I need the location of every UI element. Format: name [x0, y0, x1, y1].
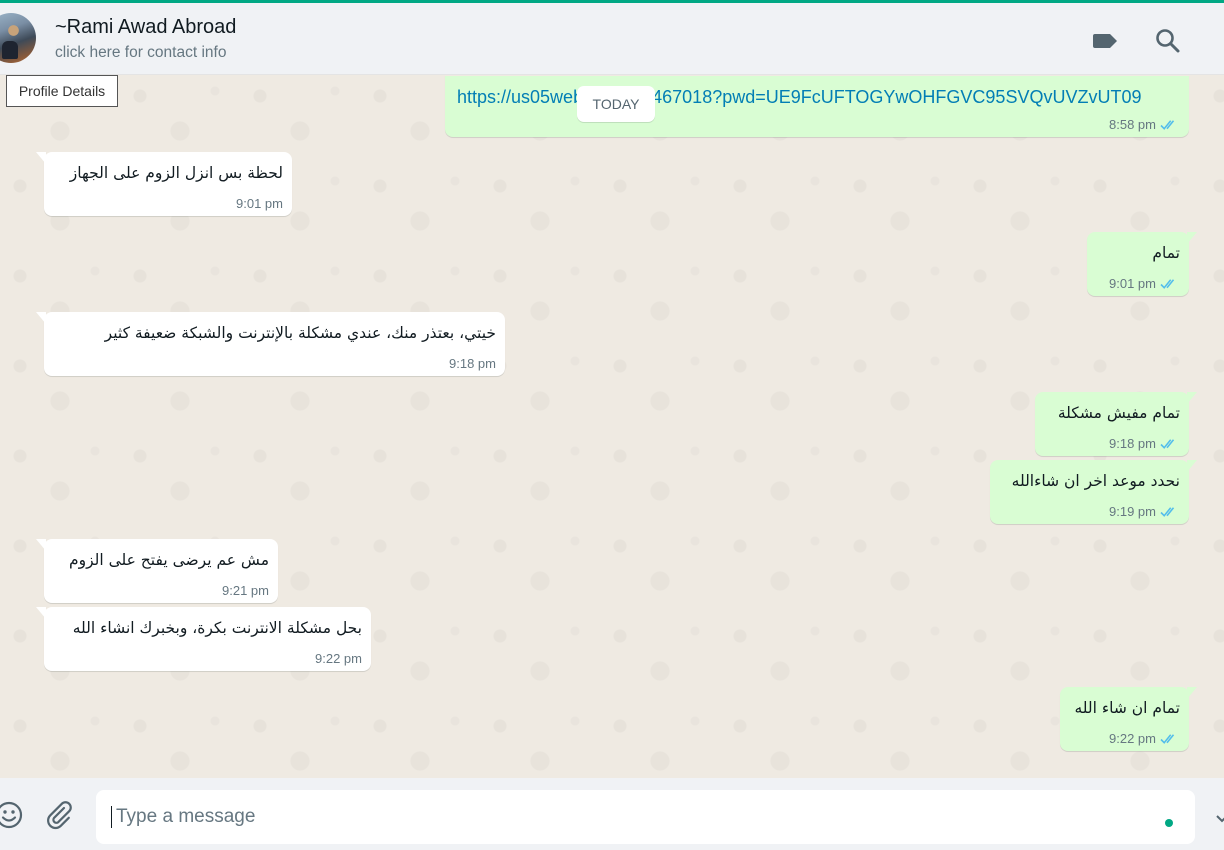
- message-incoming[interactable]: لحظة بس انزل الزوم على الجهاز 9:01 pm: [36, 152, 292, 216]
- message-outgoing[interactable]: https://us05web /j/84247467018?pwd=UE9Fc…: [445, 76, 1189, 137]
- message-time: 9:18 pm: [1109, 436, 1156, 451]
- message-text: مش عم يرضى يفتح على الزوم: [68, 551, 269, 569]
- composer-bar: [0, 778, 1224, 850]
- message-time: 8:58 pm: [1109, 117, 1156, 132]
- message-time: 9:18 pm: [449, 356, 496, 371]
- message-incoming[interactable]: مش عم يرضى يفتح على الزوم 9:21 pm: [36, 539, 278, 603]
- message-outgoing[interactable]: تمام 9:01 pm: [1087, 232, 1197, 296]
- message-outgoing[interactable]: تمام ان شاء الله 9:22 pm: [1060, 687, 1197, 751]
- chevron-down-icon[interactable]: [1216, 814, 1224, 824]
- message-meta: 9:21 pm: [222, 583, 269, 598]
- double-check-icon: [1160, 278, 1175, 289]
- message-time: 9:22 pm: [315, 651, 362, 666]
- double-check-icon: [1160, 733, 1175, 744]
- message-text: لحظة بس انزل الزوم على الجهاز: [69, 164, 283, 182]
- contact-name[interactable]: ~Rami Awad Abroad: [55, 16, 236, 39]
- message-time: 9:21 pm: [222, 583, 269, 598]
- emoji-icon[interactable]: [0, 800, 24, 830]
- date-divider: TODAY: [577, 86, 655, 122]
- search-icon[interactable]: [1154, 27, 1182, 55]
- message-meta: 9:01 pm: [236, 196, 283, 211]
- status-dot: [1165, 819, 1173, 827]
- label-icon[interactable]: [1092, 27, 1120, 55]
- message-input[interactable]: [96, 790, 1195, 844]
- message-text: بحل مشكلة الانترنت بكرة، وبخبرك انشاء ال…: [72, 619, 362, 637]
- message-text: تمام مفيش مشكلة: [1057, 404, 1180, 422]
- message-meta: 9:22 pm: [1109, 731, 1180, 746]
- contact-info-hint[interactable]: click here for contact info: [55, 44, 226, 62]
- message-meta: 9:18 pm: [449, 356, 496, 371]
- attach-icon[interactable]: [44, 800, 74, 830]
- message-meta: 9:01 pm: [1109, 276, 1180, 291]
- message-incoming[interactable]: خيتي، بعتذر منك، عندي مشكلة بالإنترنت وا…: [36, 312, 505, 376]
- double-check-icon: [1160, 119, 1175, 130]
- message-outgoing[interactable]: تمام مفيش مشكلة 9:18 pm: [1035, 392, 1197, 456]
- message-time: 9:22 pm: [1109, 731, 1156, 746]
- message-text: تمام ان شاء الله: [1074, 699, 1180, 717]
- message-link[interactable]: https://us05web /j/84247467018?pwd=UE9Fc…: [457, 85, 1180, 109]
- message-meta: 9:18 pm: [1109, 436, 1180, 451]
- message-incoming[interactable]: بحل مشكلة الانترنت بكرة، وبخبرك انشاء ال…: [36, 607, 371, 671]
- message-meta: 9:22 pm: [315, 651, 362, 666]
- message-outgoing[interactable]: نحدد موعد اخر ان شاءالله 9:19 pm: [990, 460, 1197, 524]
- double-check-icon: [1160, 438, 1175, 449]
- profile-details-tooltip: Profile Details: [6, 75, 118, 107]
- message-list[interactable]: https://us05web /j/84247467018?pwd=UE9Fc…: [0, 76, 1224, 778]
- message-meta: 9:19 pm: [1109, 504, 1180, 519]
- message-text: تمام: [1152, 244, 1180, 262]
- text-caret: [111, 806, 112, 828]
- whatsapp-web-window: ~Rami Awad Abroad click here for contact…: [0, 0, 1224, 850]
- message-time: 9:01 pm: [236, 196, 283, 211]
- chat-header[interactable]: ~Rami Awad Abroad click here for contact…: [0, 3, 1224, 75]
- message-time: 9:19 pm: [1109, 504, 1156, 519]
- avatar[interactable]: [0, 13, 36, 63]
- message-time: 9:01 pm: [1109, 276, 1156, 291]
- message-meta: 8:58 pm: [1109, 117, 1180, 132]
- double-check-icon: [1160, 506, 1175, 517]
- message-text: نحدد موعد اخر ان شاءالله: [1011, 472, 1180, 490]
- message-text: خيتي، بعتذر منك، عندي مشكلة بالإنترنت وا…: [104, 324, 496, 342]
